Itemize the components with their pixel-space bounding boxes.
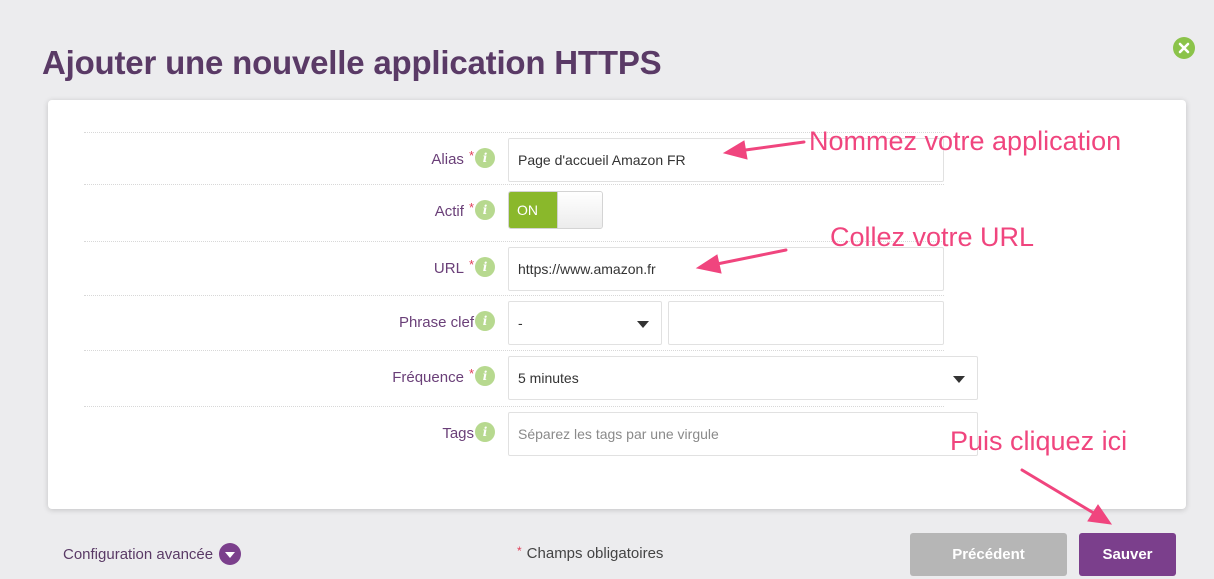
frequency-select-value: 5 minutes: [518, 370, 579, 386]
previous-button[interactable]: Précédent: [910, 533, 1067, 576]
advanced-config-link[interactable]: Configuration avancée: [63, 543, 242, 565]
caret-down-icon: [953, 376, 965, 383]
caret-down-icon: [637, 321, 649, 328]
url-field[interactable]: [508, 247, 944, 291]
toggle-knob[interactable]: [557, 192, 602, 228]
required-fields-note: * Champs obligatoires: [517, 544, 664, 562]
chevron-down-circle-icon[interactable]: [219, 543, 242, 565]
url-input[interactable]: [518, 261, 943, 277]
keyword-label-text: Phrase clef: [398, 313, 474, 331]
info-icon[interactable]: i: [475, 148, 495, 168]
required-fields-text: Champs obligatoires: [526, 545, 664, 562]
required-star: *: [517, 544, 522, 558]
close-icon: [1178, 42, 1190, 54]
keyword-text-field[interactable]: [668, 301, 944, 345]
info-icon[interactable]: i: [475, 311, 495, 331]
info-icon[interactable]: i: [475, 422, 495, 442]
tags-input[interactable]: [518, 426, 977, 442]
save-button[interactable]: Sauver: [1079, 533, 1176, 576]
required-star: *: [468, 365, 474, 381]
actif-toggle[interactable]: ON: [508, 191, 603, 229]
actif-label-text: Actif: [434, 202, 464, 220]
close-button[interactable]: [1173, 37, 1195, 59]
toggle-on-label: ON: [509, 192, 557, 228]
modal-title: Ajouter une nouvelle application HTTPS: [42, 44, 662, 81]
url-label: URL *: [434, 242, 474, 294]
form-row-actif: Actif * i ON: [84, 184, 944, 236]
alias-label-text: Alias: [431, 150, 464, 168]
url-label-text: URL: [433, 259, 464, 277]
actif-label: Actif *: [435, 185, 474, 237]
frequency-label: Fréquence *: [392, 351, 474, 403]
advanced-config-label: Configuration avancée: [63, 545, 214, 563]
form-row-url: URL * i: [84, 241, 944, 293]
annotation-click-here: Puis cliquez ici: [950, 426, 1128, 456]
annotation-paste-url: Collez votre URL: [830, 222, 1035, 252]
tags-field[interactable]: [508, 412, 978, 456]
info-icon[interactable]: i: [475, 200, 495, 220]
info-icon[interactable]: i: [475, 257, 495, 277]
required-star: *: [468, 256, 474, 272]
tags-label: Tags: [442, 407, 474, 459]
annotation-name-app: Nommez votre application: [809, 126, 1122, 156]
keyword-select[interactable]: -: [508, 301, 662, 345]
tags-label-text: Tags: [442, 424, 474, 442]
keyword-select-value: -: [518, 315, 523, 331]
required-star: *: [468, 147, 474, 163]
keyword-label: Phrase clef: [399, 296, 474, 348]
frequency-select[interactable]: 5 minutes: [508, 356, 978, 400]
info-icon[interactable]: i: [475, 366, 495, 386]
alias-label: Alias *: [431, 133, 474, 185]
form-row-frequency: Fréquence * i 5 minutes: [84, 350, 978, 403]
required-star: *: [468, 199, 474, 215]
keyword-input[interactable]: [678, 315, 943, 331]
frequency-label-text: Fréquence: [392, 368, 464, 386]
form-row-keyword: Phrase clef i -: [84, 295, 944, 347]
form-row-tags: Tags i: [84, 406, 978, 459]
